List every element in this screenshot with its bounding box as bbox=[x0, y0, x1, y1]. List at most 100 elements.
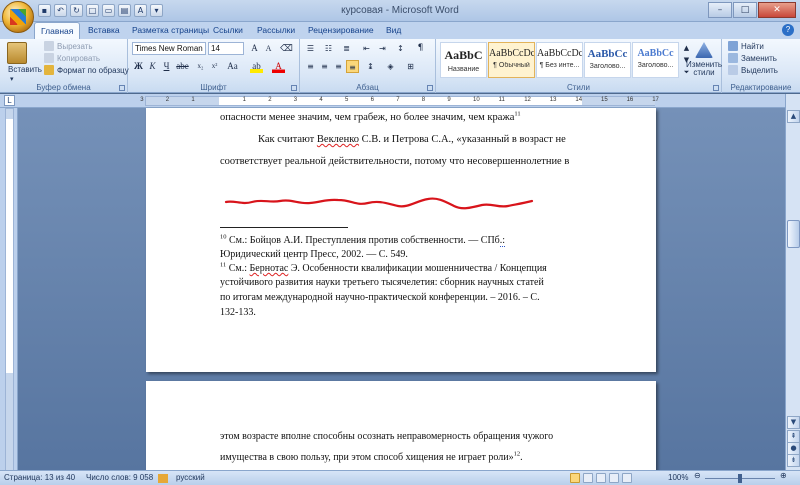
tab-view[interactable]: Вид bbox=[380, 22, 407, 39]
full-screen-reading-view-icon[interactable] bbox=[583, 473, 593, 483]
find-button[interactable]: Найти bbox=[728, 41, 764, 51]
multilevel-list-icon[interactable]: ≣ bbox=[340, 42, 353, 55]
zoom-slider-handle[interactable] bbox=[738, 474, 742, 483]
zoom-level[interactable]: 100% bbox=[668, 473, 688, 482]
vertical-scrollbar[interactable]: ▲ ▼ ⇞ ● ⇟ bbox=[785, 94, 800, 470]
page-count-status[interactable]: Страница: 13 из 40 bbox=[4, 473, 75, 482]
office-button[interactable] bbox=[2, 1, 34, 33]
format-painter-button[interactable]: Формат по образцу bbox=[44, 65, 129, 75]
outline-view-icon[interactable] bbox=[609, 473, 619, 483]
show-formatting-marks-icon[interactable]: ¶ bbox=[414, 42, 427, 55]
font-launcher-icon[interactable] bbox=[291, 85, 297, 91]
select-button[interactable]: Выделить bbox=[728, 65, 778, 75]
strikethrough-icon[interactable]: abe bbox=[176, 60, 189, 73]
align-left-icon[interactable]: ≡ bbox=[304, 60, 317, 73]
style-title[interactable]: AaBbC Название bbox=[440, 42, 487, 78]
web-layout-view-icon[interactable] bbox=[596, 473, 606, 483]
vertical-ruler-track bbox=[5, 108, 14, 471]
increase-indent-icon[interactable]: ⇥ bbox=[376, 42, 389, 55]
horizontal-ruler[interactable]: 3 2 1 1 2 3 4 5 6 7 8 9 10 11 12 13 14 15 16 17 bbox=[140, 96, 659, 106]
paragraph-group-label: Абзац bbox=[356, 83, 379, 92]
tab-page-layout[interactable]: Разметка страницы bbox=[126, 22, 215, 39]
vertical-ruler-top-margin bbox=[6, 109, 13, 119]
tab-home[interactable]: Главная bbox=[34, 22, 81, 39]
change-case-icon[interactable]: Aa bbox=[226, 60, 239, 73]
horizontal-ruler-bar: L 3 2 1 1 2 3 4 5 6 7 8 9 10 11 12 13 14 15 16 17 bbox=[0, 94, 800, 108]
spelling-error-word[interactable]: Бернотас bbox=[250, 263, 289, 274]
cut-button[interactable]: Вырезать bbox=[44, 41, 93, 51]
next-page-icon[interactable]: ⇟ bbox=[787, 454, 800, 467]
replace-button[interactable]: Заменить bbox=[728, 53, 777, 63]
underline-icon[interactable]: Ч bbox=[160, 60, 173, 73]
subscript-icon[interactable]: x₂ bbox=[194, 60, 207, 73]
line-spacing-icon[interactable]: ↨ bbox=[364, 60, 377, 73]
decrease-indent-icon[interactable]: ⇤ bbox=[360, 42, 373, 55]
highlight-icon[interactable]: ab bbox=[250, 60, 263, 73]
font-color-icon[interactable]: A bbox=[272, 60, 285, 73]
clear-formatting-icon[interactable]: ⌫ bbox=[280, 42, 293, 55]
styles-launcher-icon[interactable] bbox=[713, 85, 719, 91]
zoom-out-icon[interactable]: ⊖ bbox=[694, 471, 701, 480]
style-heading-1[interactable]: AaBbCc Заголово... bbox=[584, 42, 631, 78]
shading-icon[interactable]: ◈ bbox=[384, 60, 397, 73]
text-line: опасности менее значим, чем грабеж, но б… bbox=[220, 111, 521, 123]
scroll-up-icon[interactable]: ▲ bbox=[787, 110, 800, 123]
scroll-down-icon[interactable]: ▼ bbox=[787, 416, 800, 429]
superscript-icon[interactable]: x² bbox=[208, 60, 221, 73]
text-line: Как считают Векленко С.В. и Петрова С.А.… bbox=[258, 134, 566, 145]
proofing-icon[interactable] bbox=[158, 474, 168, 483]
print-layout-view-icon[interactable] bbox=[570, 473, 580, 483]
grow-font-icon[interactable]: A bbox=[248, 42, 261, 55]
tab-mailings[interactable]: Рассылки bbox=[251, 22, 301, 39]
font-group-label: Шрифт bbox=[200, 83, 227, 92]
select-label: Выделить bbox=[741, 65, 778, 75]
bold-icon[interactable]: Ж bbox=[132, 60, 145, 73]
clipboard-launcher-icon[interactable] bbox=[119, 85, 125, 91]
close-button[interactable]: ✕ bbox=[758, 2, 796, 18]
sort-icon[interactable]: ↕ bbox=[394, 42, 407, 55]
borders-icon[interactable]: ⊞ bbox=[404, 60, 417, 73]
style-normal[interactable]: AaBbCcDc ¶ Обычный bbox=[488, 42, 535, 78]
paste-dropdown-icon[interactable]: ▾ bbox=[10, 75, 14, 83]
help-icon[interactable]: ? bbox=[782, 24, 794, 36]
window-title: курсовая - Microsoft Word bbox=[341, 5, 459, 16]
style-heading-2[interactable]: AaBbCc Заголово... bbox=[632, 42, 679, 78]
text-segment: Как считают bbox=[258, 134, 317, 145]
document-page[interactable]: этом возрасте вполне способны осознать н… bbox=[146, 381, 656, 481]
editing-group-label: Редактирование bbox=[730, 83, 792, 92]
word-count-status[interactable]: Число слов: 9 058 bbox=[86, 473, 153, 482]
zoom-in-icon[interactable]: ⊕ bbox=[780, 471, 787, 480]
change-styles-icon[interactable] bbox=[695, 42, 713, 58]
vertical-ruler[interactable] bbox=[0, 108, 18, 471]
align-right-icon[interactable]: ≡ bbox=[332, 60, 345, 73]
status-bar: Страница: 13 из 40 Число слов: 9 058 рус… bbox=[0, 470, 800, 485]
justify-icon[interactable]: ≡ bbox=[346, 60, 359, 73]
maximize-button[interactable]: □ bbox=[733, 2, 757, 18]
shrink-font-icon[interactable]: A bbox=[262, 42, 275, 55]
paste-button[interactable]: Вставить bbox=[8, 65, 42, 74]
spelling-error-word[interactable]: Векленко bbox=[317, 134, 359, 145]
style-no-spacing[interactable]: AaBbCcDc ¶ Без инте... bbox=[536, 42, 583, 78]
language-status[interactable]: русский bbox=[176, 473, 205, 482]
copy-button[interactable]: Копировать bbox=[44, 53, 100, 63]
italic-icon[interactable]: К bbox=[146, 60, 159, 73]
grammar-flag[interactable]: .: bbox=[499, 235, 506, 247]
minimize-button[interactable]: – bbox=[708, 2, 732, 18]
align-center-icon[interactable]: ≡ bbox=[318, 60, 331, 73]
font-size-select[interactable]: 14 bbox=[208, 42, 244, 55]
tab-review[interactable]: Рецензирование bbox=[302, 22, 380, 39]
clipboard-group-label: Буфер обмена bbox=[36, 83, 91, 92]
draft-view-icon[interactable] bbox=[622, 473, 632, 483]
tab-references[interactable]: Ссылки bbox=[207, 22, 249, 39]
document-page[interactable]: опасности менее значим, чем грабеж, но б… bbox=[146, 108, 656, 372]
paste-icon[interactable] bbox=[7, 42, 27, 64]
paragraph-launcher-icon[interactable] bbox=[427, 85, 433, 91]
tab-insert[interactable]: Вставка bbox=[82, 22, 126, 39]
font-name-select[interactable]: Times New Roman bbox=[132, 42, 206, 55]
numbering-icon[interactable]: ☷ bbox=[322, 42, 335, 55]
bullets-icon[interactable]: ☰ bbox=[304, 42, 317, 55]
tab-selector-icon[interactable]: L bbox=[4, 95, 15, 106]
scrollbar-thumb[interactable] bbox=[787, 220, 800, 248]
footnote-reference[interactable]: 11 bbox=[514, 111, 520, 118]
change-styles-button[interactable]: Изменить стили bbox=[686, 61, 722, 77]
